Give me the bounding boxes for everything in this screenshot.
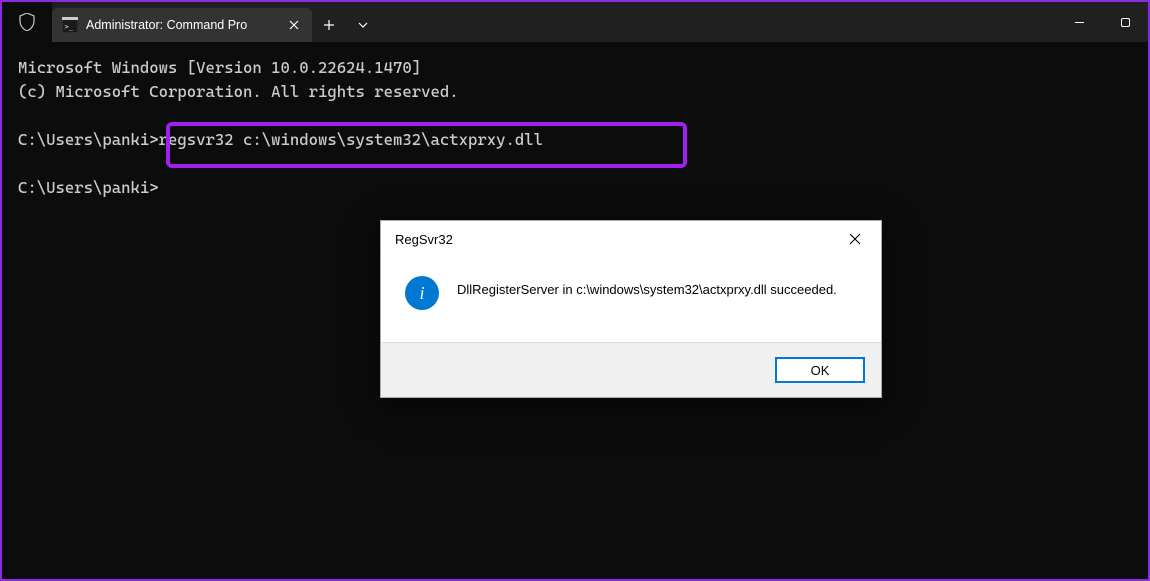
svg-text:>_: >_: [65, 23, 74, 31]
terminal-tab[interactable]: >_ Administrator: Command Pro: [52, 8, 312, 42]
maximize-button[interactable]: [1102, 2, 1148, 42]
prompt-1: C:\Users\panki>: [18, 130, 159, 149]
copyright-line: (c) Microsoft Corporation. All rights re…: [18, 82, 459, 101]
dialog-title: RegSvr32: [395, 232, 453, 247]
command-text: regsvr32 c:\windows\system32\actxprxy.dl…: [159, 130, 543, 149]
minimize-button[interactable]: [1056, 2, 1102, 42]
tab-title: Administrator: Command Pro: [86, 18, 276, 32]
shield-icon: [2, 2, 52, 42]
terminal-output[interactable]: Microsoft Windows [Version 10.0.22624.14…: [2, 42, 1148, 214]
prompt-2: C:\Users\panki>: [18, 178, 159, 197]
dialog-body: i DllRegisterServer in c:\windows\system…: [381, 257, 881, 342]
window-controls: [1056, 2, 1148, 42]
version-line: Microsoft Windows [Version 10.0.22624.14…: [18, 58, 421, 77]
close-tab-button[interactable]: [284, 15, 304, 35]
dialog-close-button[interactable]: [833, 224, 877, 254]
dialog-message: DllRegisterServer in c:\windows\system32…: [457, 279, 837, 297]
dialog-titlebar[interactable]: RegSvr32: [381, 221, 881, 257]
regsvr32-dialog: RegSvr32 i DllRegisterServer in c:\windo…: [380, 220, 882, 398]
command-prompt-icon: >_: [62, 17, 78, 33]
tab-dropdown-button[interactable]: [346, 8, 380, 42]
window-titlebar: >_ Administrator: Command Pro: [2, 2, 1148, 42]
new-tab-button[interactable]: [312, 8, 346, 42]
info-icon: i: [405, 276, 439, 310]
ok-button[interactable]: OK: [775, 357, 865, 383]
dialog-footer: OK: [381, 342, 881, 397]
